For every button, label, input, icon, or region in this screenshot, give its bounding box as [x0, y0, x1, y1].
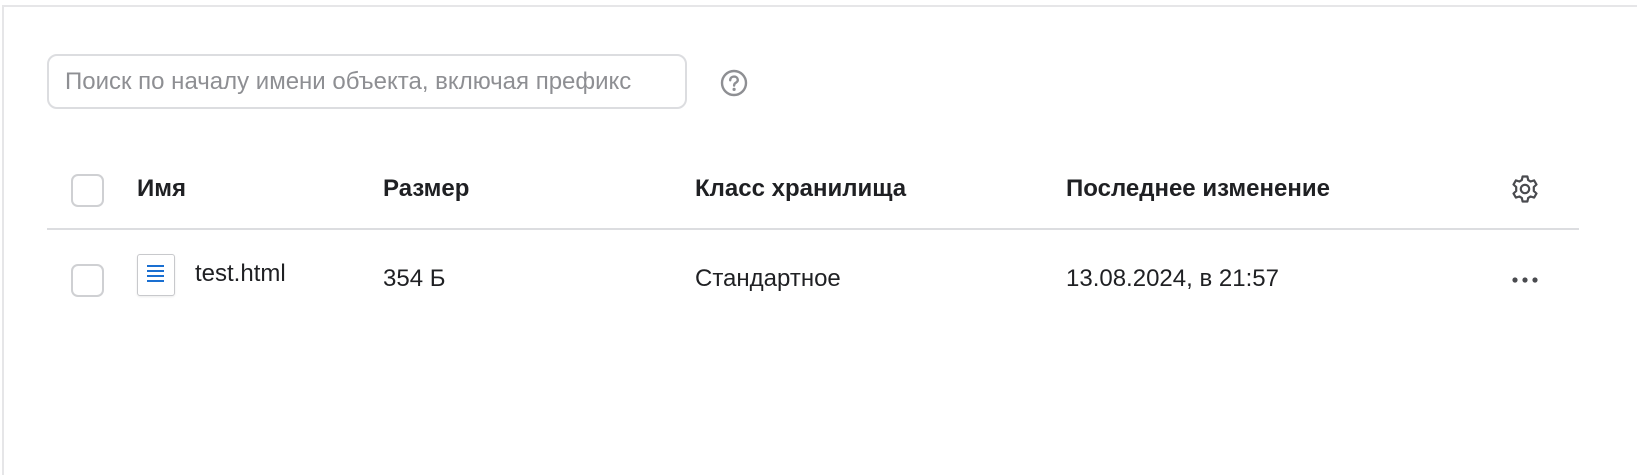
- more-horizontal-icon[interactable]: [1509, 268, 1541, 292]
- column-header-modified[interactable]: Последнее изменение: [1066, 174, 1330, 204]
- file-name-link[interactable]: test.html: [195, 259, 286, 289]
- document-icon: [137, 254, 175, 296]
- column-header-size[interactable]: Размер: [383, 174, 469, 204]
- objects-panel: Имя Размер Класс хранилища Последнее изм…: [2, 5, 1637, 475]
- search-input[interactable]: [49, 56, 685, 107]
- row-checkbox[interactable]: [71, 264, 104, 297]
- table-row[interactable]: test.html 354 Б Стандартное 13.08.2024, …: [47, 230, 1579, 330]
- table-header: Имя Размер Класс хранилища Последнее изм…: [47, 157, 1579, 230]
- column-header-name[interactable]: Имя: [137, 174, 186, 204]
- gear-icon[interactable]: [1509, 173, 1541, 205]
- storage-class: Стандартное: [695, 265, 841, 292]
- column-header-storage-class[interactable]: Класс хранилища: [695, 174, 906, 204]
- file-size: 354 Б: [383, 265, 446, 292]
- last-modified: 13.08.2024, в 21:57: [1066, 265, 1279, 292]
- help-icon[interactable]: [719, 68, 749, 98]
- select-all-checkbox[interactable]: [71, 174, 104, 207]
- search-field[interactable]: [47, 54, 687, 109]
